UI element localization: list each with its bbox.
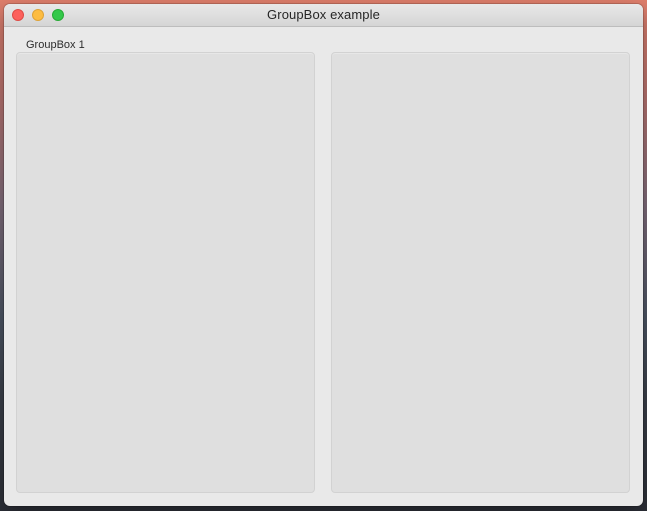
window-content: GroupBox 1 (4, 27, 643, 506)
close-button[interactable] (12, 9, 24, 21)
groupbox-2 (331, 52, 630, 493)
window-controls (12, 9, 64, 21)
minimize-button[interactable] (32, 9, 44, 21)
app-window: GroupBox example GroupBox 1 (4, 4, 643, 506)
window-title: GroupBox example (267, 7, 380, 22)
title-bar[interactable]: GroupBox example (4, 4, 643, 27)
zoom-button[interactable] (52, 9, 64, 21)
groupbox-1 (16, 52, 315, 493)
groupbox-1-title: GroupBox 1 (26, 39, 85, 51)
